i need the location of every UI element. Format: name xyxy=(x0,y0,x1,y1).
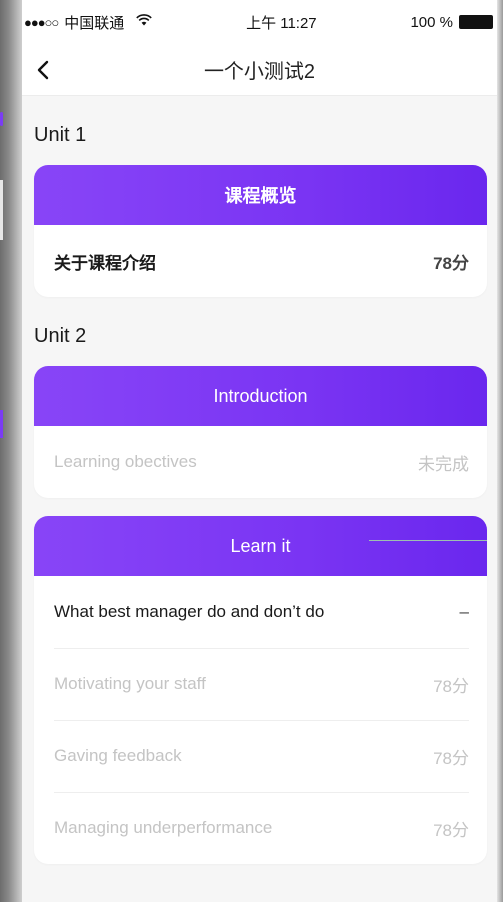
status-bar: ●●●○○ 中国联通 上午 11:27 100 % xyxy=(22,0,497,44)
lesson-row[interactable]: 关于课程介绍 78分 xyxy=(34,225,487,297)
lesson-title: 关于课程介绍 xyxy=(54,253,156,273)
left-window-edge xyxy=(0,0,22,902)
battery-icon xyxy=(458,15,493,29)
lesson-row[interactable]: Managing underperformance 78分 xyxy=(34,792,487,864)
lesson-row[interactable]: What best manager do and don’t do – xyxy=(34,576,487,648)
lesson-title: What best manager do and don’t do xyxy=(54,602,325,621)
lesson-score: 78分 xyxy=(433,820,469,840)
course-section-card: Learn it What best manager do and don’t … xyxy=(34,516,487,864)
signal-strength: ●●●○○ xyxy=(24,14,59,30)
lesson-title: Learning obectives xyxy=(54,452,197,471)
edge-mark xyxy=(0,112,3,126)
lesson-title: Motivating your staff xyxy=(54,674,206,693)
course-section-card: Introduction Learning obectives 未完成 xyxy=(34,366,487,498)
right-window-edge xyxy=(497,0,503,902)
chevron-left-icon xyxy=(37,60,49,80)
wifi-icon xyxy=(136,13,153,31)
status-left: ●●●○○ 中国联通 xyxy=(24,12,153,33)
lesson-score: 78分 xyxy=(433,748,469,768)
unit-title: Unit 1 xyxy=(34,124,87,146)
lesson-status: 未完成 xyxy=(418,454,469,474)
section-header-label: Learn it xyxy=(230,535,291,556)
lesson-row[interactable]: Learning obectives 未完成 xyxy=(34,426,487,498)
unit-title: Unit 2 xyxy=(34,325,87,347)
lesson-title: Gaving feedback xyxy=(54,746,182,765)
lesson-score: 78分 xyxy=(433,676,469,696)
status-right: 100 % xyxy=(410,14,493,31)
section-header[interactable]: 课程概览 xyxy=(34,165,487,225)
section-header[interactable]: Learn it xyxy=(34,516,487,576)
edge-mark xyxy=(0,180,3,240)
pointer-line xyxy=(369,540,487,541)
lesson-score: – xyxy=(459,602,469,621)
battery-percent: 100 % xyxy=(410,13,453,31)
course-section-card: 课程概览 关于课程介绍 78分 xyxy=(34,165,487,297)
lesson-row[interactable]: Gaving feedback 78分 xyxy=(34,720,487,792)
edge-mark xyxy=(0,410,3,438)
carrier-name: 中国联通 xyxy=(64,14,125,32)
section-header[interactable]: Introduction xyxy=(34,366,487,426)
phone-screen: ●●●○○ 中国联通 上午 11:27 100 % 一个小测试2 Unit 1 … xyxy=(22,0,497,902)
back-button[interactable] xyxy=(30,56,58,84)
status-time: 上午 11:27 xyxy=(246,14,317,32)
lesson-row[interactable]: Motivating your staff 78分 xyxy=(34,648,487,720)
page-title: 一个小测试2 xyxy=(203,61,316,83)
lesson-score: 78分 xyxy=(433,253,469,273)
lesson-title: Managing underperformance xyxy=(54,818,273,837)
navigation-bar: 一个小测试2 xyxy=(22,44,497,96)
